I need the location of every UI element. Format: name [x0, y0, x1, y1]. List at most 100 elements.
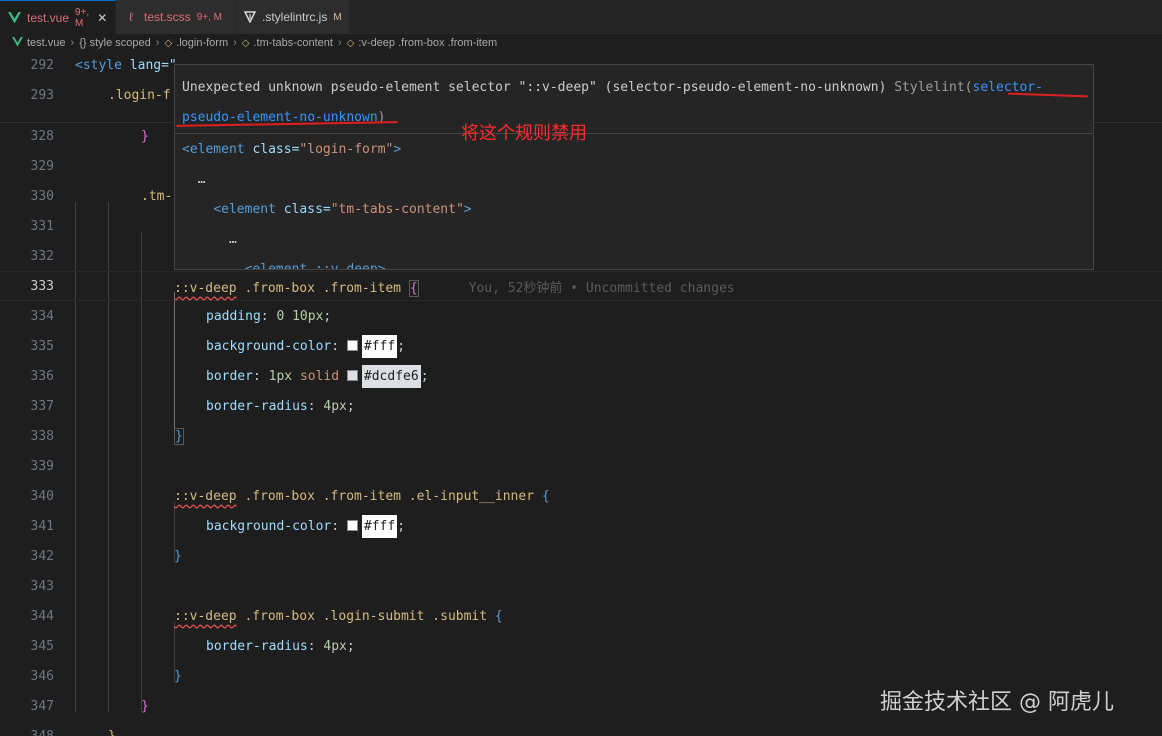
code-token: border-radius — [206, 398, 308, 414]
color-swatch[interactable] — [346, 369, 358, 381]
line-number: 342 — [30, 548, 54, 564]
tree-line: <element class="login-form"> — [182, 135, 472, 165]
tree-line: … — [182, 165, 472, 195]
code-token: padding — [206, 308, 261, 324]
line-number: 330 — [30, 188, 54, 204]
breadcrumb-item-label: .tm-tabs-content — [253, 37, 333, 49]
bracket-match: } — [174, 427, 184, 445]
code-line: 336 border: 1px solid #dcdfe6; — [0, 361, 1162, 391]
code-text: ::v-deep .from-box .from-item .el-input_… — [174, 489, 550, 504]
color-swatch[interactable] — [346, 339, 358, 351]
diagnostic-hover-popup: Unexpected unknown pseudo-element select… — [174, 64, 1094, 270]
code-token: 4px — [323, 398, 347, 414]
line-number: 348 — [30, 728, 54, 736]
line-number: 341 — [30, 518, 54, 534]
code-token: … — [197, 172, 206, 187]
line-number: 333 — [30, 278, 54, 294]
code-token: <element — [213, 202, 276, 217]
tab-bar: test.vue 9+, M ✕ ℓ test.scss 9+, M .styl… — [0, 0, 1162, 34]
error-squiggle-token[interactable]: ::v-deep — [174, 281, 237, 296]
line-number: 346 — [30, 668, 54, 684]
code-text: ::v-deep .from-box .login-submit .submit… — [174, 609, 503, 624]
line-number: 338 — [30, 428, 54, 444]
line-number: 343 — [30, 578, 54, 594]
line-number: 347 — [30, 698, 54, 714]
code-text: <style lang=" — [75, 58, 177, 73]
code-line: 340 ::v-deep .from-box .from-item .el-in… — [0, 481, 1162, 511]
tab-status: 9+, M — [196, 11, 222, 23]
diagnostic-source: Stylelint( — [894, 80, 973, 95]
breadcrumb-file[interactable]: test.vue — [12, 36, 66, 50]
tab-status: 9+, M — [75, 6, 90, 29]
code-token: #fff — [361, 514, 398, 538]
breadcrumb-item-label: .login-form — [176, 37, 229, 49]
chevron-right-icon: › — [233, 37, 237, 49]
selector-icon: ◇ — [241, 37, 250, 49]
code-token: border — [206, 368, 253, 384]
chevron-right-icon: › — [337, 37, 342, 49]
code-token: background-color — [206, 338, 332, 354]
error-squiggle-token[interactable]: ::v-deep — [174, 489, 237, 504]
close-icon[interactable]: ✕ — [97, 11, 107, 25]
code-line: 335 background-color: #fff; — [0, 331, 1162, 361]
code-text: .login-f — [108, 87, 171, 103]
code-token: 0 10px — [276, 308, 324, 324]
code-token: { — [541, 488, 550, 504]
code-text: border: 1px solid #dcdfe6; — [206, 364, 429, 388]
line-number: 345 — [30, 638, 54, 654]
line-number: 292 — [30, 57, 54, 73]
code-line: 341 background-color: #fff; — [0, 511, 1162, 541]
breadcrumb-item[interactable]: ◇ .login-form — [164, 37, 228, 49]
chevron-right-icon: › — [155, 37, 160, 49]
code-line: 344 ::v-deep .from-box .login-submit .su… — [0, 601, 1162, 631]
code-token: #dcdfe6 — [361, 364, 421, 388]
code-token: .from-box .from-item .el-input__inner — [236, 488, 542, 504]
code-line: 342 } — [0, 541, 1162, 571]
diagnostic-message: Unexpected unknown pseudo-element select… — [182, 80, 887, 95]
code-token: 4px — [323, 638, 347, 654]
git-blame-annotation: You, 52秒钟前 • Uncommitted changes — [468, 280, 735, 296]
sass-icon: ℓ — [129, 10, 133, 24]
code-line: 348 } — [0, 721, 1162, 736]
line-number: 340 — [30, 488, 54, 504]
breadcrumb-item[interactable]: ◇:v-deep .from-box .from-item — [347, 37, 497, 49]
code-line: 338 } — [0, 421, 1162, 451]
code-line: 334 padding: 0 10px; — [0, 301, 1162, 331]
code-text: } — [174, 668, 182, 684]
line-number: 328 — [30, 128, 54, 144]
line-number: 335 — [30, 338, 54, 354]
code-text: } — [141, 698, 149, 714]
tab-test-vue[interactable]: test.vue 9+, M ✕ — [0, 0, 116, 34]
tab-test-scss[interactable]: ℓ test.scss 9+, M — [116, 0, 236, 34]
error-squiggle-token[interactable]: ::v-deep — [174, 609, 237, 624]
hover-element-tree: <element class="login-form"> … <element … — [182, 135, 472, 269]
line-number: 331 — [30, 218, 54, 234]
code-token: lang=" — [121, 57, 177, 73]
color-swatch[interactable] — [346, 519, 358, 531]
tree-line: <element ::v-deep> — [182, 255, 472, 269]
code-token: <style — [75, 57, 122, 73]
code-token: "tm-tabs-content" — [330, 202, 464, 217]
code-token: { — [494, 608, 503, 624]
selector-icon: ◇ — [346, 37, 355, 49]
code-line-current: 333 ::v-deep .from-box .from-item {You, … — [0, 271, 1162, 301]
code-text: } — [174, 548, 182, 564]
tab-stylelintrc[interactable]: .stylelintrc.js M — [236, 0, 350, 34]
line-number: 336 — [30, 368, 54, 384]
tab-label: test.scss — [144, 10, 191, 24]
divider — [175, 133, 1093, 134]
code-token: #fff — [361, 334, 398, 358]
code-line: 343 — [0, 571, 1162, 601]
watermark: 掘金技术社区 @ 阿虎儿 — [880, 690, 1114, 715]
tab-status: M — [333, 11, 342, 23]
code-text: border-radius: 4px; — [206, 638, 355, 654]
code-token: > — [463, 202, 472, 217]
tree-line: … — [182, 225, 472, 255]
code-text: } — [141, 128, 149, 144]
breadcrumb-file-label: test.vue — [27, 37, 66, 49]
vue-icon — [12, 36, 23, 50]
line-number: 332 — [30, 248, 54, 264]
breadcrumb-item[interactable]: {} style scoped — [79, 37, 151, 49]
breadcrumb-item[interactable]: ◇ .tm-tabs-content — [242, 37, 333, 49]
code-token: > — [393, 142, 402, 157]
